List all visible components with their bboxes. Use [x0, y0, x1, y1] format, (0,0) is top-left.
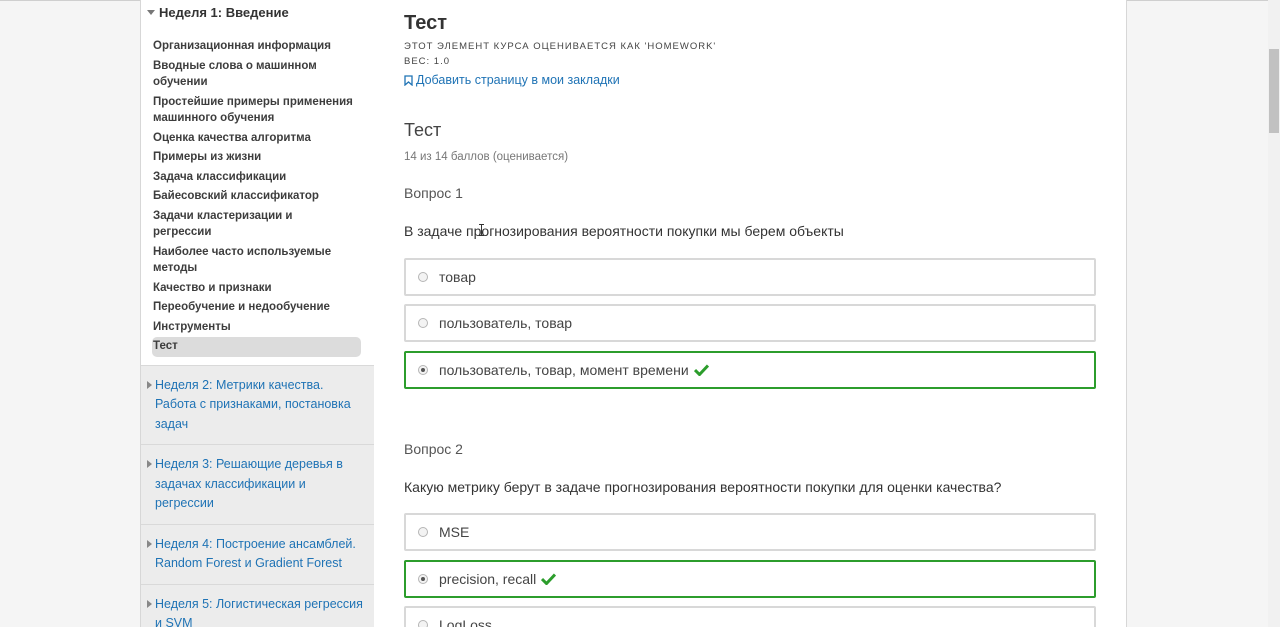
subsection-life-examples[interactable]: Примеры из жизни: [153, 148, 353, 168]
radio-button[interactable]: [418, 527, 428, 537]
week-1-toggle[interactable]: Неделя 1: Введение: [147, 5, 365, 20]
triangle-right-icon: [147, 599, 152, 608]
subsection-simple-examples[interactable]: Простейшие примеры применения машинного …: [153, 93, 353, 129]
main-content: Тест ЭТОТ ЭЛЕМЕНТ КУРСА ОЦЕНИВАЕТСЯ КАК …: [374, 0, 1127, 627]
subsection-tools[interactable]: Инструменты: [153, 318, 353, 338]
radio-button-checked[interactable]: [418, 574, 428, 584]
subsection-clustering-regression[interactable]: Задачи кластеризации и регрессии: [153, 207, 353, 243]
week-4-title: Неделя 4: Построение ансамблей. Random F…: [155, 536, 356, 571]
triangle-down-icon: [147, 10, 155, 15]
subsection-quality-estimation[interactable]: Оценка качества алгоритма: [153, 129, 353, 149]
subsection-overfitting[interactable]: Переобучение и недообучение: [153, 298, 353, 318]
sidebar-week-5[interactable]: Неделя 5: Логистическая регрессия и SVM: [141, 585, 375, 627]
q2-option-2[interactable]: precision, recall: [404, 560, 1096, 598]
subsection-test[interactable]: Тест: [152, 337, 361, 357]
score-text: 14 из 14 баллов (оценивается): [404, 151, 569, 163]
scrollbar-thumb[interactable]: [1269, 49, 1279, 133]
triangle-right-icon: [147, 380, 152, 389]
subsection-bayes[interactable]: Байесовский классификатор: [153, 187, 353, 207]
question-2-text: Какую метрику берут в задаче прогнозиров…: [404, 479, 1002, 495]
question-1-text: В задаче прогнозирования вероятности пок…: [404, 223, 844, 239]
text-cursor: [479, 224, 484, 236]
option-label: LogLoss: [439, 617, 492, 627]
sidebar-week-2[interactable]: Неделя 2: Метрики качества. Работа с при…: [141, 366, 375, 445]
week-5-title: Неделя 5: Логистическая регрессия и SVM: [155, 596, 363, 627]
question-1-label: Вопрос 1: [404, 185, 463, 201]
q1-option-3[interactable]: пользователь, товар, момент времени: [404, 351, 1096, 389]
q2-option-1[interactable]: MSE: [404, 513, 1096, 551]
triangle-right-icon: [147, 539, 152, 548]
check-icon: [693, 364, 709, 376]
check-icon: [541, 573, 557, 585]
subsection-common-methods[interactable]: Наиболее часто используемые методы: [153, 243, 353, 279]
question-2-label: Вопрос 2: [404, 441, 463, 457]
sidebar-week-3[interactable]: Неделя 3: Решающие деревья в задачах кла…: [141, 445, 375, 525]
option-label: MSE: [439, 524, 470, 540]
course-navigation: Неделя 1: Введение Организационная инфор…: [140, 0, 376, 627]
q2-option-3[interactable]: LogLoss: [404, 606, 1096, 627]
triangle-right-icon: [147, 460, 152, 468]
subsection-org-info[interactable]: Организационная информация: [153, 37, 353, 57]
bookmark-link[interactable]: Добавить страницу в мои закладки: [404, 73, 620, 87]
week-1-title: Неделя 1: Введение: [159, 5, 289, 20]
subsection-list: Организационная информация Вводные слова…: [152, 37, 365, 357]
radio-button[interactable]: [418, 318, 428, 328]
problem-title: Тест: [404, 120, 442, 140]
subsection-quality-features[interactable]: Качество и признаки: [153, 279, 353, 299]
page-title: Тест: [404, 12, 447, 34]
subsection-intro-words[interactable]: Вводные слова о машинном обучении: [153, 57, 353, 93]
subsection-classification[interactable]: Задача классификации: [153, 168, 353, 188]
sidebar-week-4[interactable]: Неделя 4: Построение ансамблей. Random F…: [141, 525, 375, 585]
option-label: пользователь, товар: [439, 315, 573, 331]
grading-info: ЭТОТ ЭЛЕМЕНТ КУРСА ОЦЕНИВАЕТСЯ КАК 'HOME…: [404, 41, 717, 52]
bookmark-label: Добавить страницу в мои закладки: [416, 73, 620, 87]
q1-option-2[interactable]: пользователь, товар: [404, 304, 1096, 342]
week-2-title: Неделя 2: Метрики качества. Работа с при…: [155, 377, 351, 431]
week-3-title: Неделя 3: Решающие деревья в задачах кла…: [155, 457, 343, 510]
bookmark-icon: [404, 74, 413, 86]
option-label: пользователь, товар, момент времени: [439, 362, 689, 378]
radio-button-checked[interactable]: [418, 365, 428, 375]
option-label: precision, recall: [439, 571, 537, 587]
radio-button[interactable]: [418, 620, 428, 627]
weight-info: ВЕС: 1.0: [404, 56, 451, 67]
page-scrollbar[interactable]: [1268, 0, 1280, 627]
q1-option-1[interactable]: товар: [404, 258, 1096, 296]
option-label: товар: [439, 269, 476, 285]
week-1-section: Неделя 1: Введение Организационная инфор…: [141, 0, 375, 366]
radio-button[interactable]: [418, 272, 428, 282]
